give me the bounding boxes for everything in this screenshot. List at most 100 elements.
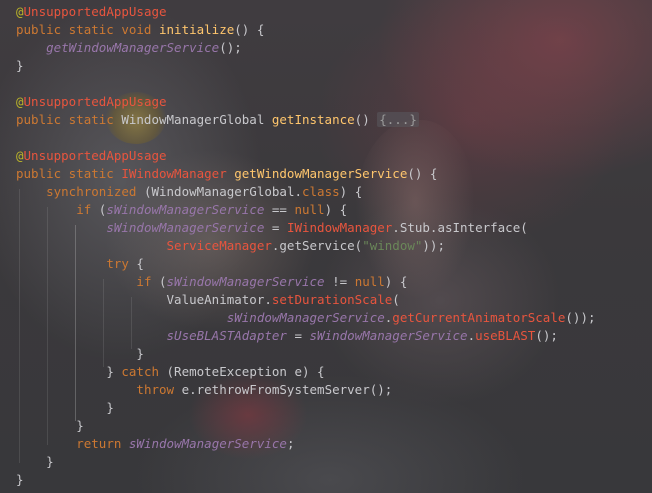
- code-token: ();: [219, 40, 242, 55]
- code-line[interactable]: @UnsupportedAppUsage: [16, 93, 167, 111]
- code-token: () {: [407, 166, 438, 181]
- code-token: =: [286, 328, 310, 343]
- code-token: (): [354, 112, 378, 127]
- code-token: getWindowManagerService: [234, 166, 408, 181]
- code-line[interactable]: return sWindowManagerService;: [16, 435, 294, 453]
- code-line[interactable]: throw e.rethrowFromSystemServer();: [16, 381, 392, 399]
- code-token: @: [16, 4, 24, 19]
- code-token: }: [106, 400, 114, 415]
- code-token: IWindowManager: [286, 220, 393, 235]
- code-line[interactable]: if (sWindowManagerService != null) {: [16, 273, 407, 291]
- code-token: synchronized: [46, 184, 144, 199]
- code-line[interactable]: @UnsupportedAppUsage: [16, 147, 167, 165]
- code-token: }: [136, 346, 144, 361]
- code-token: ValueAnimator.: [166, 292, 272, 307]
- code-token: ());: [565, 310, 596, 325]
- code-token: null: [294, 202, 325, 217]
- code-line[interactable]: @UnsupportedAppUsage: [16, 3, 167, 21]
- code-token: useBLAST: [475, 328, 536, 343]
- code-token: "window": [362, 238, 423, 253]
- code-token: }: [16, 58, 24, 73]
- code-token: }: [106, 364, 122, 379]
- code-line[interactable]: sUseBLASTAdapter = sWindowManagerService…: [16, 327, 558, 345]
- folded-region-marker[interactable]: {...}: [377, 112, 419, 127]
- code-line[interactable]: }: [16, 399, 114, 417]
- code-line[interactable]: synchronized (WindowManagerGlobal.class)…: [16, 183, 362, 201]
- code-token: ));: [422, 238, 445, 253]
- code-line[interactable]: getWindowManagerService();: [16, 39, 242, 57]
- code-token: (: [392, 292, 400, 307]
- code-line[interactable]: }: [16, 417, 84, 435]
- code-token: setDurationScale: [271, 292, 393, 307]
- code-token: UnsupportedAppUsage: [23, 94, 167, 109]
- code-token: sWindowManagerService: [226, 310, 385, 325]
- code-line[interactable]: }: [16, 345, 144, 363]
- code-token: getInstance: [271, 112, 355, 127]
- code-token: null: [354, 274, 385, 289]
- code-token: @: [16, 148, 24, 163]
- code-token: if: [136, 274, 159, 289]
- code-token: (: [159, 274, 167, 289]
- code-editor[interactable]: @UnsupportedAppUsage public static void i…: [0, 0, 652, 493]
- code-line[interactable]: sWindowManagerService = IWindowManager.S…: [16, 219, 528, 237]
- code-token: public static: [16, 112, 122, 127]
- code-line[interactable]: }: [16, 471, 24, 489]
- code-token: @: [16, 94, 24, 109]
- code-token: initialize: [159, 22, 235, 37]
- code-line[interactable]: try {: [16, 255, 144, 273]
- code-token: ServiceManager: [166, 238, 272, 253]
- code-line[interactable]: ServiceManager.getService("window"));: [16, 237, 445, 255]
- code-token: try: [106, 256, 137, 271]
- code-token: sWindowManagerService: [166, 274, 325, 289]
- code-token: {: [136, 256, 144, 271]
- code-token: class: [302, 184, 340, 199]
- code-token: sWindowManagerService: [128, 436, 287, 451]
- code-token: IWindowManager: [121, 166, 235, 181]
- code-line[interactable]: public static IWindowManager getWindowMa…: [16, 165, 437, 183]
- code-token: () {: [234, 22, 265, 37]
- code-token: catch: [121, 364, 167, 379]
- code-token: }: [46, 454, 54, 469]
- code-token: (WindowManagerGlobal.: [143, 184, 302, 199]
- code-token: public static void: [16, 22, 159, 37]
- code-token: e.rethrowFromSystemServer();: [181, 382, 393, 397]
- code-token: }: [76, 418, 84, 433]
- code-line[interactable]: if (sWindowManagerService == null) {: [16, 201, 347, 219]
- code-token: sWindowManagerService: [106, 220, 265, 235]
- code-token: =: [264, 220, 287, 235]
- code-token: ;: [286, 436, 295, 451]
- code-line[interactable]: sWindowManagerService.getCurrentAnimator…: [16, 309, 596, 327]
- code-token: return: [76, 436, 129, 451]
- code-token: sUseBLASTAdapter: [166, 328, 287, 343]
- code-token: .Stub.asInterface(: [392, 220, 528, 235]
- code-token: ==: [264, 202, 295, 217]
- code-line[interactable]: }: [16, 57, 24, 75]
- code-line[interactable]: } catch (RemoteException e) {: [16, 363, 324, 381]
- code-line[interactable]: public static WindowManagerGlobal getIns…: [16, 111, 419, 129]
- code-token: ) {: [384, 274, 408, 289]
- code-line[interactable]: public static void initialize() {: [16, 21, 264, 39]
- code-token: throw: [136, 382, 182, 397]
- code-token: getWindowManagerService: [46, 40, 220, 55]
- code-token: if: [76, 202, 99, 217]
- code-token: UnsupportedAppUsage: [23, 148, 167, 163]
- code-token: public static: [16, 166, 122, 181]
- code-line[interactable]: ValueAnimator.setDurationScale(: [16, 291, 400, 309]
- code-token: UnsupportedAppUsage: [23, 4, 167, 19]
- code-token: .: [467, 328, 476, 343]
- code-line[interactable]: }: [16, 453, 54, 471]
